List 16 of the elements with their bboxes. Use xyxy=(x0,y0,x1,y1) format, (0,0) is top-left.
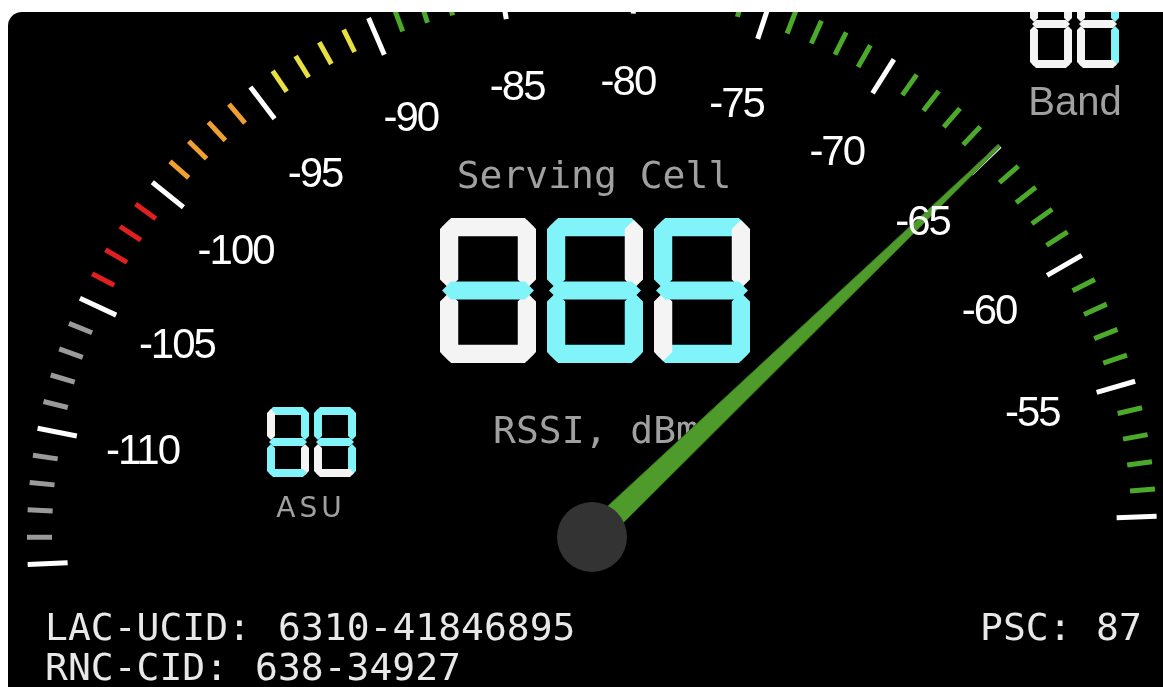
scale-label: -90 xyxy=(383,93,439,141)
info-label: PSC: xyxy=(980,605,1072,649)
scale-label: -55 xyxy=(1004,387,1060,435)
scale-label: -70 xyxy=(809,126,865,174)
serving-cell-title: Serving Cell xyxy=(456,153,732,197)
scale-label: -105 xyxy=(138,320,215,368)
scale-label: -100 xyxy=(197,226,274,274)
scale-label: -80 xyxy=(600,57,656,105)
scale-label: -110 xyxy=(106,425,180,473)
info-value: 87 xyxy=(1096,605,1142,649)
scale-label: -75 xyxy=(709,79,764,127)
scale-label: -95 xyxy=(287,149,343,197)
band-label: Band xyxy=(1028,79,1122,123)
asu-label: ASU xyxy=(276,491,346,524)
scale-label: -85 xyxy=(489,62,545,110)
scale-label: -60 xyxy=(961,285,1017,333)
